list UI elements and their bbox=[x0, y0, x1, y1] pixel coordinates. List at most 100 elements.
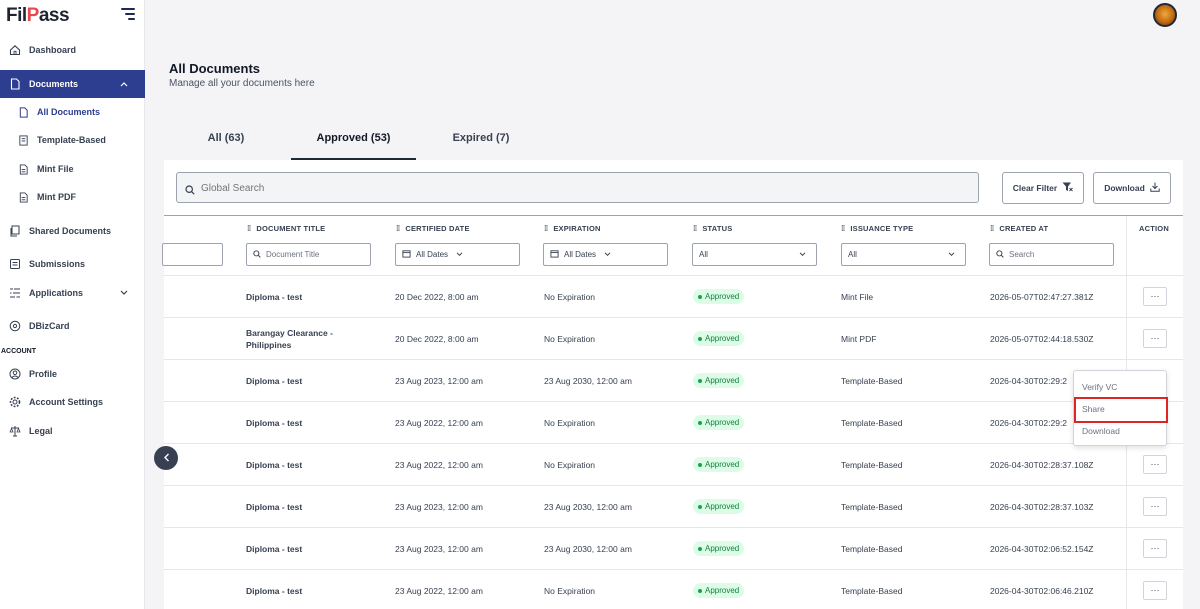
nav-dashboard-label: Dashboard bbox=[29, 45, 77, 55]
nav-applications[interactable]: Applications bbox=[0, 279, 145, 307]
clear-filter-button[interactable]: Clear Filter bbox=[1002, 172, 1084, 204]
cell-created-at: 2026-04-30T02:06:46.210Z bbox=[990, 586, 1094, 596]
tab-expired[interactable]: Expired (7) bbox=[442, 124, 520, 160]
table-row[interactable]: Diploma - test 23 Aug 2023, 12:00 am 23 … bbox=[164, 359, 1183, 401]
scale-icon bbox=[9, 425, 21, 437]
nav-documents[interactable]: Documents bbox=[0, 70, 145, 98]
expiration-filter-value: All Dates bbox=[564, 250, 597, 259]
global-search-input[interactable] bbox=[201, 179, 961, 197]
page-title: All Documents bbox=[169, 61, 261, 76]
menu-item-share[interactable]: Share bbox=[1082, 404, 1105, 414]
table-row[interactable]: Diploma - test 20 Dec 2022, 8:00 am No E… bbox=[164, 275, 1183, 317]
row-action-menu-button[interactable]: ··· bbox=[1143, 455, 1167, 474]
sub-mint-file[interactable]: Mint File bbox=[0, 158, 145, 180]
column-header-status[interactable]: ⁞⁞ STATUS bbox=[693, 224, 732, 233]
row-action-menu-button[interactable]: ··· bbox=[1143, 539, 1167, 558]
home-icon bbox=[9, 44, 21, 56]
filpass-logo[interactable]: FilPass bbox=[6, 5, 70, 27]
drag-handle-icon[interactable]: ⁞⁞ bbox=[396, 224, 400, 233]
tab-all[interactable]: All (63) bbox=[196, 124, 256, 160]
menu-toggle-icon[interactable] bbox=[121, 8, 135, 20]
column-certified-date-label: CERTIFIED DATE bbox=[405, 224, 470, 233]
sub-mint-pdf[interactable]: Mint PDF bbox=[0, 186, 145, 208]
drag-handle-icon[interactable]: ⁞⁞ bbox=[841, 224, 845, 233]
applications-icon bbox=[9, 287, 21, 299]
status-badge-label: Approved bbox=[705, 292, 740, 301]
nav-legal[interactable]: Legal bbox=[0, 417, 145, 445]
status-dot-icon bbox=[698, 294, 702, 299]
row-action-menu-button[interactable]: ··· bbox=[1143, 581, 1167, 600]
collapse-sidebar-button[interactable] bbox=[154, 446, 178, 470]
download-label: Download bbox=[1104, 183, 1145, 193]
issuance-type-filter[interactable]: All bbox=[841, 243, 966, 266]
column-header-certified-date[interactable]: ⁞⁞ CERTIFIED DATE bbox=[396, 224, 470, 233]
row-action-menu-button[interactable]: ··· bbox=[1143, 287, 1167, 306]
sub-mint-file-label: Mint File bbox=[37, 164, 74, 174]
issuance-type-filter-value: All bbox=[848, 250, 857, 259]
created-at-filter-placeholder: Search bbox=[1009, 250, 1035, 259]
cell-document-title: Diploma - test bbox=[246, 586, 303, 596]
cell-expiration: No Expiration bbox=[544, 460, 596, 470]
cell-issuance-type: Mint PDF bbox=[841, 334, 877, 344]
nav-shared-label: Shared Documents bbox=[29, 226, 112, 236]
menu-item-download[interactable]: Download bbox=[1082, 426, 1120, 436]
expiration-filter[interactable]: All Dates bbox=[543, 243, 668, 266]
document-icon bbox=[17, 106, 29, 118]
menu-item-verify-vc[interactable]: Verify VC bbox=[1082, 382, 1117, 392]
status-dot-icon bbox=[698, 336, 702, 341]
status-badge: Approved bbox=[693, 289, 745, 304]
status-dot-icon bbox=[698, 378, 702, 383]
status-badge: Approved bbox=[693, 541, 745, 556]
template-icon bbox=[17, 134, 29, 146]
drag-handle-icon[interactable]: ⁞⁞ bbox=[544, 224, 548, 233]
global-search[interactable] bbox=[176, 172, 979, 203]
column-header-created-at[interactable]: ⁞⁞ CREATED AT bbox=[990, 224, 1048, 233]
nav-account-settings[interactable]: Account Settings bbox=[0, 388, 145, 416]
cell-expiration: 23 Aug 2030, 12:00 am bbox=[544, 502, 632, 512]
created-at-filter[interactable]: Search bbox=[989, 243, 1114, 266]
column-action-label: ACTION bbox=[1139, 224, 1169, 233]
table-row[interactable]: Diploma - test 23 Aug 2022, 12:00 am No … bbox=[164, 443, 1183, 485]
nav-profile[interactable]: Profile bbox=[0, 360, 145, 388]
table-row[interactable]: Diploma - test 23 Aug 2023, 12:00 am 23 … bbox=[164, 527, 1183, 569]
account-section-label: ACCOUNT bbox=[1, 348, 36, 355]
table-row[interactable]: Barangay Clearance - Philippines 20 Dec … bbox=[164, 317, 1183, 359]
table-row[interactable]: Diploma - test 23 Aug 2023, 12:00 am 23 … bbox=[164, 485, 1183, 527]
column-header-issuance-type[interactable]: ⁞⁞ ISSUANCE TYPE bbox=[841, 224, 913, 233]
submissions-icon bbox=[9, 258, 21, 270]
column-header-expiration[interactable]: ⁞⁞ EXPIRATION bbox=[544, 224, 601, 233]
chevron-down-icon bbox=[456, 250, 463, 259]
cell-expiration: No Expiration bbox=[544, 334, 596, 344]
row-action-menu-button[interactable]: ··· bbox=[1143, 329, 1167, 348]
drag-handle-icon[interactable]: ⁞⁞ bbox=[990, 224, 994, 233]
nav-submissions[interactable]: Submissions bbox=[0, 250, 145, 278]
certified-date-filter[interactable]: All Dates bbox=[395, 243, 520, 266]
tab-approved[interactable]: Approved (53) bbox=[291, 124, 416, 160]
status-dot-icon bbox=[698, 420, 702, 425]
drag-handle-icon[interactable]: ⁞⁞ bbox=[247, 224, 251, 233]
nav-shared-documents[interactable]: Shared Documents bbox=[0, 217, 145, 245]
document-title-filter[interactable]: Document Title bbox=[246, 243, 371, 266]
cell-certified-date: 23 Aug 2022, 12:00 am bbox=[395, 586, 483, 596]
column-header-document-title[interactable]: ⁞⁞ DOCUMENT TITLE bbox=[247, 224, 325, 233]
nav-dashboard[interactable]: Dashboard bbox=[0, 36, 145, 64]
status-badge: Approved bbox=[693, 457, 745, 472]
row-action-menu-button[interactable]: ··· bbox=[1143, 497, 1167, 516]
sub-all-documents[interactable]: All Documents bbox=[0, 101, 145, 123]
calendar-icon bbox=[550, 249, 559, 260]
avatar[interactable] bbox=[1153, 3, 1177, 27]
ellipsis-icon: ··· bbox=[1150, 291, 1160, 301]
nav-dbizcard[interactable]: DBizCard bbox=[0, 312, 145, 340]
hidden-column-filter[interactable] bbox=[162, 243, 223, 266]
table-row[interactable]: Diploma - test 23 Aug 2022, 12:00 am No … bbox=[164, 569, 1183, 609]
cell-issuance-type: Template-Based bbox=[841, 502, 903, 512]
status-badge-label: Approved bbox=[705, 586, 740, 595]
status-filter[interactable]: All bbox=[692, 243, 817, 266]
table-row[interactable]: Diploma - test 23 Aug 2022, 12:00 am No … bbox=[164, 401, 1183, 443]
drag-handle-icon[interactable]: ⁞⁞ bbox=[693, 224, 697, 233]
cell-document-title: Diploma - test bbox=[246, 502, 303, 512]
download-button[interactable]: Download bbox=[1093, 172, 1171, 204]
documents-table-card: Clear Filter Download ⁞⁞ DOCUMENT TITLE ⁞… bbox=[162, 160, 1183, 609]
nav-applications-label: Applications bbox=[29, 288, 84, 298]
sub-template-based[interactable]: Template-Based bbox=[0, 129, 145, 151]
